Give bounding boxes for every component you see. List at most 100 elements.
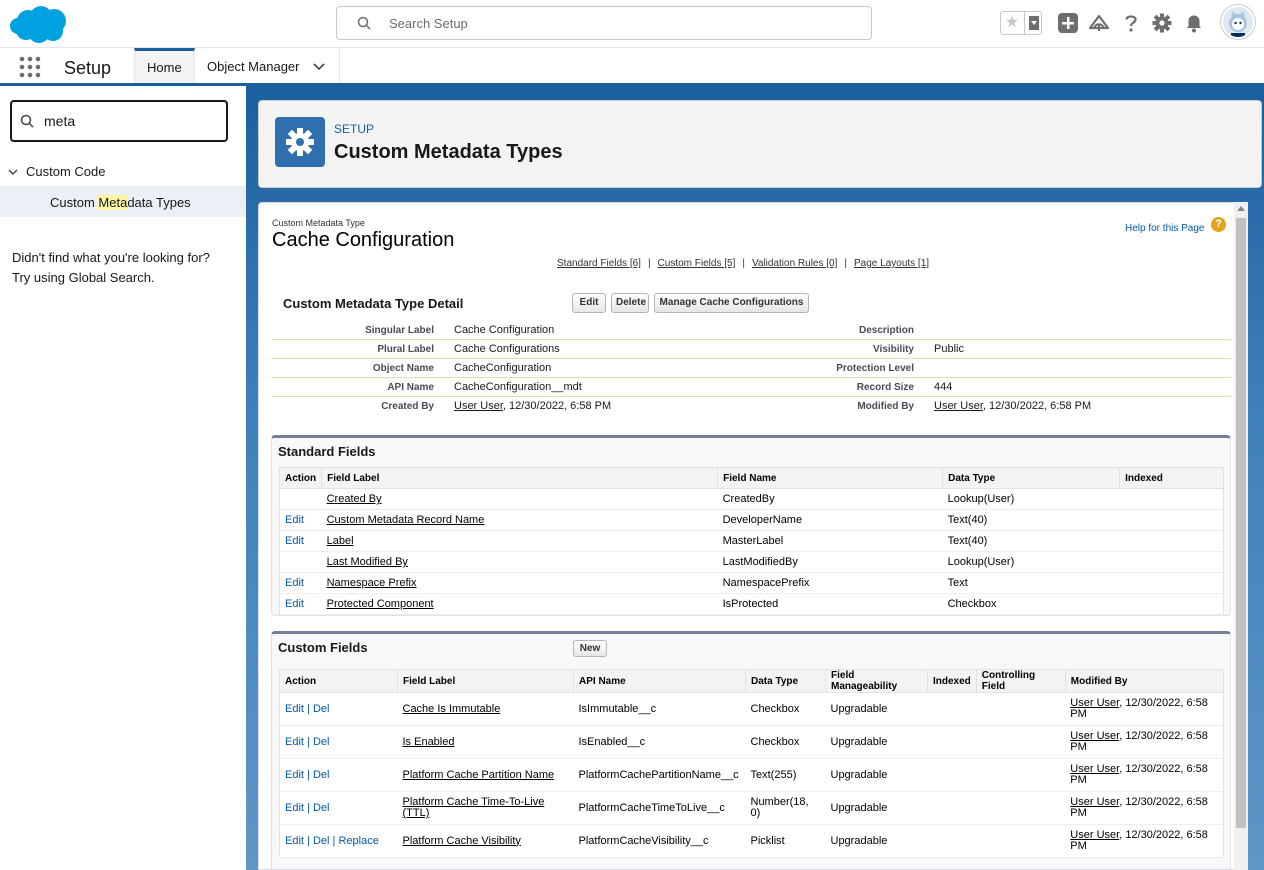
field-label-link[interactable]: Platform Cache Time-To-Live (TTL) bbox=[403, 796, 545, 819]
scrollbar-thumb[interactable] bbox=[1236, 218, 1246, 828]
field-value: 444 bbox=[934, 381, 953, 393]
api-name: PlatformCachePartitionName__c bbox=[573, 758, 746, 792]
replace-link[interactable]: Replace bbox=[338, 835, 378, 847]
column-header: Modified By bbox=[1065, 669, 1225, 693]
field-label-link[interactable]: Protected Component bbox=[327, 598, 434, 610]
chevron-down-icon[interactable] bbox=[8, 168, 18, 176]
section-title: Standard Fields bbox=[278, 444, 376, 459]
search-input[interactable]: Search Setup bbox=[336, 6, 872, 40]
bell-icon[interactable] bbox=[1183, 12, 1205, 34]
field-label-link[interactable]: Is Enabled bbox=[403, 736, 455, 748]
delete-link[interactable]: Del bbox=[313, 736, 330, 748]
edit-link[interactable]: Edit bbox=[285, 577, 304, 589]
field-label-link[interactable]: Cache Is Immutable bbox=[403, 703, 501, 715]
indexed-cell bbox=[927, 758, 977, 792]
search-icon bbox=[357, 16, 371, 30]
favorites-button[interactable]: ★ bbox=[1000, 11, 1042, 35]
detail-content: Custom Metadata Type Cache Configuration… bbox=[258, 202, 1248, 870]
field-label-link[interactable]: Namespace Prefix bbox=[327, 577, 417, 589]
date-text: , 12/30/2022, 6:58 PM bbox=[502, 400, 612, 412]
field-label-link[interactable]: Platform Cache Partition Name bbox=[403, 769, 555, 781]
help-icon[interactable]: ? bbox=[1211, 217, 1226, 232]
tree-group-label: Custom Code bbox=[26, 164, 106, 179]
delete-button[interactable]: Delete bbox=[611, 293, 649, 313]
edit-link[interactable]: Edit bbox=[285, 835, 304, 847]
field-label-link[interactable]: Created By bbox=[327, 493, 382, 505]
related-list-links: Standard Fields [6] | Custom Fields [5] | Va… bbox=[557, 258, 930, 269]
manageability: Upgradable bbox=[825, 791, 928, 825]
manageability: Upgradable bbox=[825, 758, 928, 792]
scroll-up-arrow[interactable] bbox=[1237, 206, 1245, 211]
edit-link[interactable]: Edit bbox=[285, 598, 304, 610]
field-label-link[interactable]: Last Modified By bbox=[327, 556, 408, 568]
field-name: MasterLabel bbox=[717, 530, 943, 552]
edit-link[interactable]: Edit bbox=[285, 703, 304, 715]
trailhead-icon[interactable] bbox=[1088, 12, 1110, 34]
delete-link[interactable]: Del bbox=[313, 769, 330, 781]
manage-records-button[interactable]: Manage Cache Configurations bbox=[654, 293, 809, 313]
custom-fields-table: Action Field Label API Name Data Type Fi… bbox=[279, 669, 1225, 858]
controlling-field-cell bbox=[976, 758, 1066, 792]
data-type: Lookup(User) bbox=[942, 488, 1120, 510]
chevron-down-icon[interactable] bbox=[313, 62, 325, 72]
field-label: Modified By bbox=[857, 401, 914, 412]
table-row: Edit | Del Cache Is Immutable IsImmutable_… bbox=[279, 692, 1224, 726]
field-name: NamespacePrefix bbox=[717, 572, 943, 594]
edit-link[interactable]: Edit bbox=[285, 535, 304, 547]
quick-find-input[interactable]: meta bbox=[10, 100, 228, 142]
new-field-button[interactable]: New bbox=[573, 640, 607, 657]
indexed-cell bbox=[1119, 572, 1224, 594]
data-type: Picklist bbox=[745, 824, 826, 858]
star-icon[interactable]: ★ bbox=[1001, 12, 1023, 34]
field-label-link[interactable]: Label bbox=[327, 535, 354, 547]
user-link[interactable]: User User bbox=[934, 400, 983, 412]
avatar[interactable] bbox=[1221, 5, 1255, 39]
sidebar-item-custom-metadata-types[interactable]: Custom Metadata Types bbox=[0, 186, 246, 217]
api-name: IsImmutable__c bbox=[573, 692, 746, 726]
help-link[interactable]: Help for this Page bbox=[1125, 223, 1205, 234]
tab-object-manager[interactable]: Object Manager bbox=[195, 48, 340, 83]
delete-link[interactable]: Del bbox=[313, 802, 330, 814]
edit-link[interactable]: Edit bbox=[285, 736, 304, 748]
link-validation-rules[interactable]: Validation Rules [0] bbox=[752, 258, 837, 269]
salesforce-logo[interactable] bbox=[8, 4, 72, 44]
detail-row: API Name CacheConfiguration__mdt Record … bbox=[271, 378, 1231, 397]
controlling-field-cell bbox=[976, 824, 1066, 858]
field-label: API Name bbox=[387, 382, 434, 393]
tab-object-manager-label: Object Manager bbox=[207, 59, 300, 74]
user-link[interactable]: User User bbox=[454, 400, 503, 412]
record-type-label: Custom Metadata Type bbox=[272, 218, 365, 228]
chevron-down-icon[interactable] bbox=[1024, 12, 1042, 34]
detail-row: Singular Label Cache Configuration Descr… bbox=[271, 321, 1231, 340]
field-label-link[interactable]: Platform Cache Visibility bbox=[403, 835, 521, 847]
data-type: Text(40) bbox=[942, 509, 1120, 531]
delete-link[interactable]: Del bbox=[313, 703, 330, 715]
app-launcher-icon[interactable] bbox=[19, 56, 41, 78]
gear-icon[interactable] bbox=[1151, 12, 1173, 34]
column-header: Action bbox=[279, 669, 398, 693]
link-standard-fields[interactable]: Standard Fields [6] bbox=[557, 258, 641, 269]
detail-row: Plural Label Cache Configurations Visibi… bbox=[271, 340, 1231, 359]
tree-group-custom-code[interactable]: Custom Code bbox=[8, 164, 105, 179]
edit-button[interactable]: Edit bbox=[572, 293, 606, 313]
link-custom-fields[interactable]: Custom Fields [5] bbox=[658, 258, 736, 269]
link-page-layouts[interactable]: Page Layouts [1] bbox=[854, 258, 929, 269]
field-value: User User, 12/30/2022, 6:58 PM bbox=[454, 400, 611, 412]
manageability: Upgradable bbox=[825, 725, 928, 759]
field-value: Cache Configurations bbox=[454, 343, 560, 355]
edit-link[interactable]: Edit bbox=[285, 802, 304, 814]
field-value: User User, 12/30/2022, 6:58 PM bbox=[934, 400, 1091, 412]
modified-by: User User, 12/30/2022, 6:58 PM bbox=[1065, 791, 1224, 825]
field-value: Public bbox=[934, 343, 964, 355]
indexed-cell bbox=[927, 824, 977, 858]
field-name: IsProtected bbox=[717, 593, 943, 615]
edit-link[interactable]: Edit bbox=[285, 769, 304, 781]
delete-link[interactable]: Del bbox=[313, 835, 330, 847]
edit-link[interactable]: Edit bbox=[285, 514, 304, 526]
table-row: Edit | Del | Replace Platform Cache Visib… bbox=[279, 824, 1224, 858]
scrollbar[interactable] bbox=[1234, 202, 1248, 870]
help-icon[interactable] bbox=[1120, 12, 1142, 34]
tab-home[interactable]: Home bbox=[134, 48, 195, 83]
field-label-link[interactable]: Custom Metadata Record Name bbox=[327, 514, 485, 526]
add-icon[interactable] bbox=[1057, 12, 1079, 34]
